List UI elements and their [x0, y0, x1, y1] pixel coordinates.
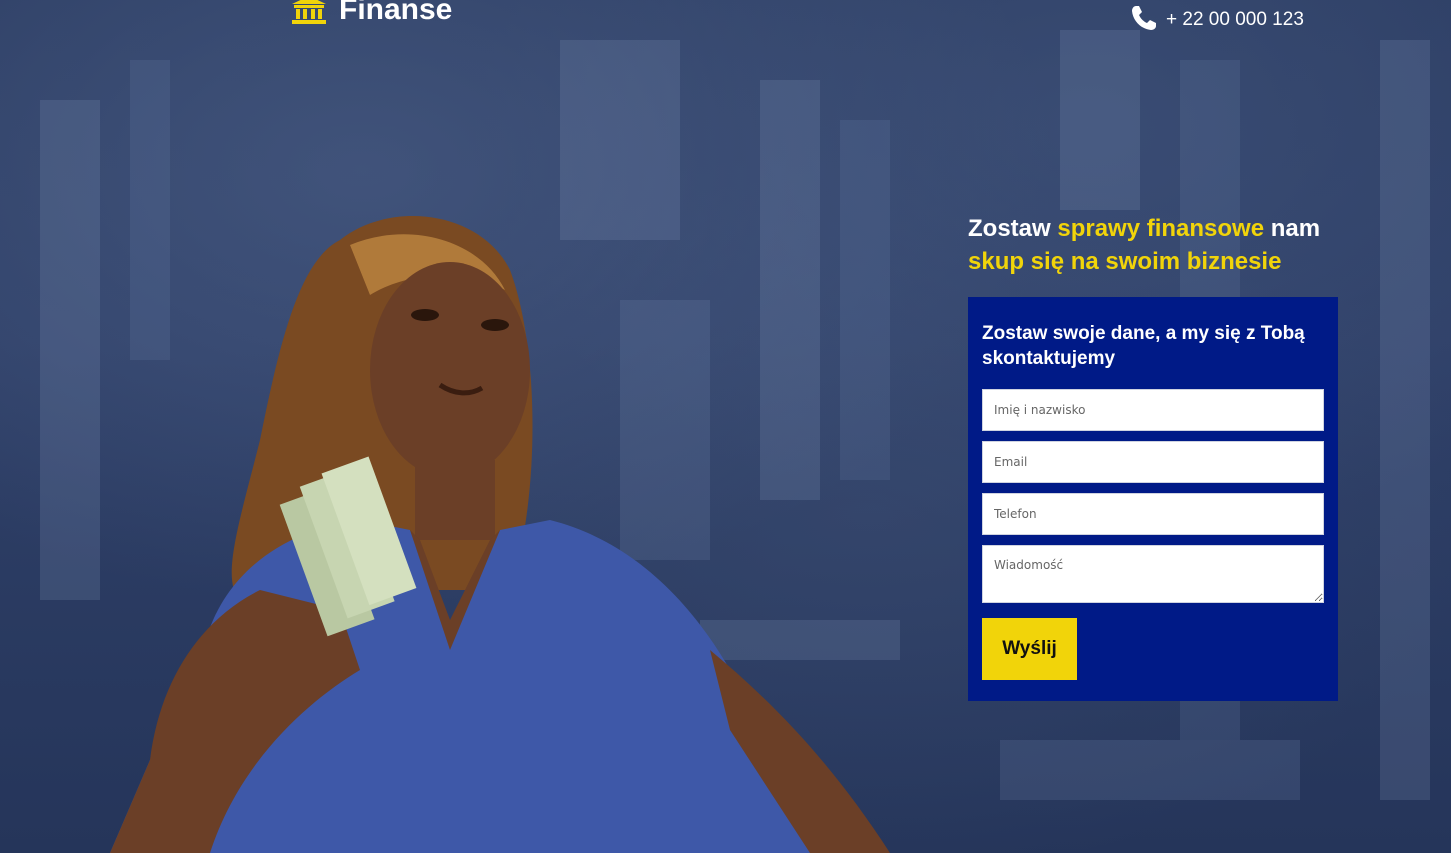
header-phone[interactable]: + 22 00 000 123	[1130, 0, 1304, 32]
bank-icon	[292, 0, 326, 24]
phone-input[interactable]	[982, 493, 1324, 535]
name-input[interactable]	[982, 389, 1324, 431]
logo[interactable]: Finanse	[291, 0, 452, 30]
form-title: Zostaw swoje dane, a my się z Tobą skont…	[982, 323, 1305, 369]
headline-highlight: sprawy finansowe	[1057, 215, 1265, 242]
headline-highlight: skup się na swoim biznesie	[968, 248, 1282, 275]
hero-headline: Zostaw sprawy finansowe nam skup się na …	[968, 212, 1368, 278]
hero-person-image	[110, 216, 890, 853]
phone-icon	[1132, 6, 1156, 30]
logo-text: Finanse	[339, 0, 453, 26]
message-textarea[interactable]	[982, 545, 1324, 603]
email-input[interactable]	[982, 441, 1324, 483]
phone-number: + 22 00 000 123	[1166, 9, 1304, 30]
contact-form: Zostaw swoje dane, a my się z Tobą skont…	[968, 297, 1338, 701]
headline-text: nam	[1264, 215, 1321, 242]
submit-button[interactable]: Wyślij	[982, 618, 1077, 680]
headline-text: Zostaw	[968, 215, 1058, 242]
